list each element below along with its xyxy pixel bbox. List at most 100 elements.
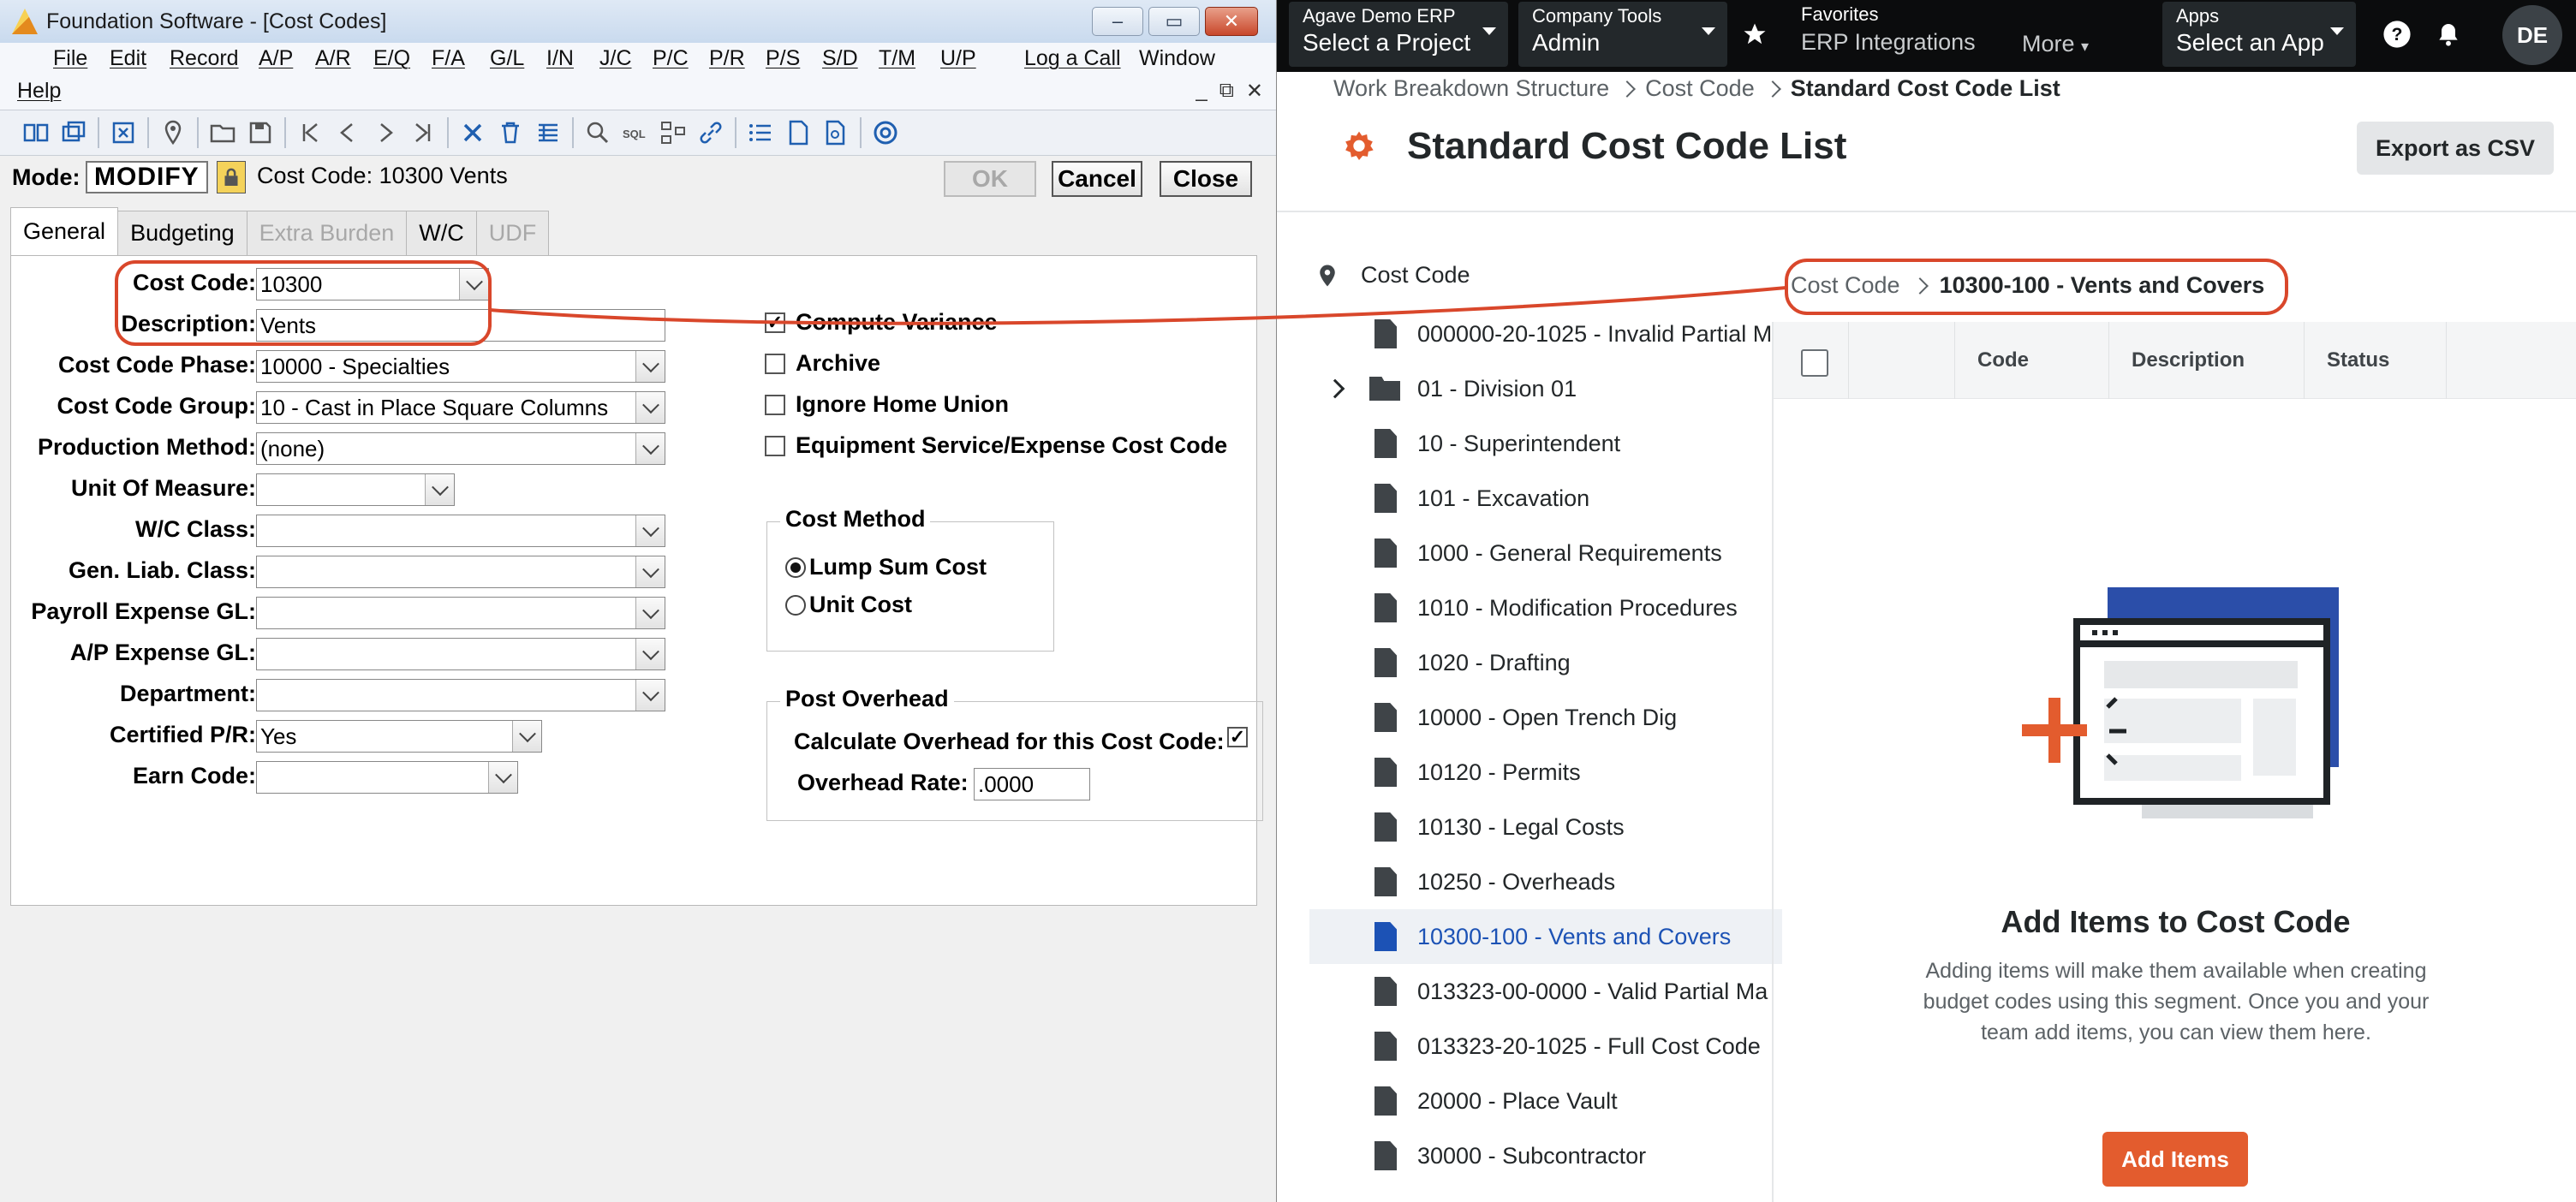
column-status[interactable]: Status <box>2305 322 2447 399</box>
certified-pr-select[interactable]: Yes <box>256 720 542 753</box>
archive-checkbox[interactable]: Archive <box>765 350 880 377</box>
folder-open-icon[interactable] <box>204 114 242 152</box>
menu-pr[interactable]: P/R <box>709 46 745 71</box>
menu-edit[interactable]: Edit <box>110 46 146 71</box>
open-book-icon[interactable] <box>17 114 55 152</box>
tree-item-folder[interactable]: 01 - Division 01 <box>1309 361 1782 416</box>
tree-item[interactable]: 10130 - Legal Costs <box>1309 800 1782 854</box>
tree-item[interactable]: 1000 - General Requirements <box>1309 526 1782 580</box>
mdi-restore-button[interactable]: ⧉ <box>1219 79 1234 104</box>
tree-item[interactable]: 013323-20-1025 - Full Cost Code <box>1309 1019 1782 1074</box>
trash-icon[interactable] <box>492 114 529 152</box>
cancel-button[interactable]: Cancel <box>1052 161 1142 197</box>
grid-list-icon[interactable] <box>529 114 567 152</box>
menu-ps[interactable]: P/S <box>766 46 800 71</box>
overhead-rate-input[interactable]: .0000 <box>974 768 1090 800</box>
tree-item[interactable]: 1010 - Modification Procedures <box>1309 580 1782 635</box>
checkbox-icon[interactable] <box>765 353 785 374</box>
maximize-button[interactable]: ▭ <box>1148 7 1200 36</box>
project-selector[interactable]: Agave Demo ERP Select a Project <box>1289 2 1508 67</box>
payroll-expense-gl-select[interactable] <box>256 597 665 629</box>
calc-overhead-checkbox[interactable]: ✓ <box>1227 727 1258 747</box>
sql-icon[interactable]: SQL <box>617 114 654 152</box>
checkbox-checked-icon[interactable]: ✓ <box>1227 727 1248 747</box>
close-button[interactable]: Close <box>1160 161 1252 197</box>
hierarchy-icon[interactable] <box>654 114 692 152</box>
select-all-checkbox[interactable] <box>1801 349 1828 377</box>
chevron-down-icon[interactable] <box>459 269 488 300</box>
previous-record-icon[interactable] <box>329 114 367 152</box>
document-search-icon[interactable] <box>817 114 855 152</box>
radio-selected-icon[interactable] <box>785 556 806 578</box>
search-icon[interactable] <box>579 114 617 152</box>
chevron-down-icon[interactable] <box>635 556 665 587</box>
more-menu[interactable]: More ▾ <box>2022 31 2089 57</box>
chevron-down-icon[interactable] <box>635 680 665 711</box>
menu-record[interactable]: Record <box>170 46 239 71</box>
breadcrumb-cost-code[interactable]: Cost Code <box>1645 75 1755 102</box>
earn-code-select[interactable] <box>256 761 518 794</box>
chevron-down-icon[interactable] <box>635 351 665 382</box>
bullet-list-icon[interactable] <box>742 114 779 152</box>
tree-item[interactable]: 20000 - Place Vault <box>1309 1074 1782 1128</box>
chevron-down-icon[interactable] <box>488 762 517 793</box>
menu-gl[interactable]: G/L <box>490 46 524 71</box>
detail-breadcrumb-root[interactable]: Cost Code <box>1791 272 1900 299</box>
breadcrumb-wbs[interactable]: Work Breakdown Structure <box>1333 75 1609 102</box>
column-description[interactable]: Description <box>2109 322 2305 399</box>
wc-class-select[interactable] <box>256 515 665 547</box>
star-icon[interactable] <box>1736 15 1774 53</box>
menu-eq[interactable]: E/Q <box>373 46 410 71</box>
menu-file[interactable]: File <box>53 46 87 71</box>
menu-tm[interactable]: T/M <box>879 46 915 71</box>
menu-help[interactable]: Help <box>17 79 61 104</box>
tab-wc[interactable]: W/C <box>406 211 477 255</box>
checkbox-icon[interactable] <box>765 435 785 456</box>
chevron-down-icon[interactable] <box>425 474 454 505</box>
description-input[interactable]: Vents <box>256 309 665 342</box>
tab-budgeting[interactable]: Budgeting <box>117 211 247 255</box>
avatar[interactable]: DE <box>2502 5 2562 65</box>
next-record-icon[interactable] <box>367 114 404 152</box>
cost-code-phase-select[interactable]: 10000 - Specialties <box>256 350 665 383</box>
export-csv-button[interactable]: Export as CSV <box>2356 122 2554 175</box>
cancel-record-icon[interactable] <box>104 114 142 152</box>
tree-item[interactable]: 101 - Excavation <box>1309 471 1782 526</box>
mdi-close-button[interactable]: ✕ <box>1246 79 1263 104</box>
document-icon[interactable] <box>779 114 817 152</box>
department-select[interactable] <box>256 679 665 711</box>
tree-item-selected[interactable]: 10300-100 - Vents and Covers <box>1309 909 1782 964</box>
chevron-down-icon[interactable] <box>635 433 665 464</box>
unit-of-measure-select[interactable] <box>256 473 455 506</box>
tree-item[interactable]: 1020 - Drafting <box>1309 635 1782 690</box>
mdi-minimize-button[interactable]: _ <box>1196 79 1207 104</box>
tree-item[interactable]: 10250 - Overheads <box>1309 854 1782 909</box>
lock-icon[interactable] <box>217 161 246 193</box>
last-record-icon[interactable] <box>404 114 442 152</box>
menu-sd[interactable]: S/D <box>822 46 858 71</box>
tree-item[interactable]: 30000 - Subcontractor <box>1309 1128 1782 1183</box>
ok-button[interactable]: OK <box>944 161 1036 197</box>
menu-up[interactable]: U/P <box>940 46 976 71</box>
checkbox-icon[interactable] <box>765 394 785 415</box>
minimize-button[interactable]: – <box>1092 7 1143 36</box>
company-tools-selector[interactable]: Company Tools Admin <box>1518 2 1727 67</box>
equipment-service-checkbox[interactable]: Equipment Service/Expense Cost Code <box>765 432 1227 459</box>
ap-expense-gl-select[interactable] <box>256 638 665 670</box>
cost-code-group-select[interactable]: 10 - Cast in Place Square Columns <box>256 391 665 424</box>
add-items-button[interactable]: Add Items <box>2102 1132 2248 1187</box>
bell-icon[interactable] <box>2430 15 2467 53</box>
chevron-right-icon[interactable] <box>1325 378 1345 399</box>
ignore-home-union-checkbox[interactable]: Ignore Home Union <box>765 391 1009 418</box>
tree-item[interactable]: 10000 - Open Trench Dig <box>1309 690 1782 745</box>
column-code[interactable]: Code <box>1955 322 2109 399</box>
chevron-down-icon[interactable] <box>635 392 665 423</box>
first-record-icon[interactable] <box>291 114 329 152</box>
unit-cost-radio[interactable]: Unit Cost <box>785 592 912 618</box>
delete-x-icon[interactable] <box>454 114 492 152</box>
tab-udf[interactable]: UDF <box>475 211 550 255</box>
link-icon[interactable] <box>692 114 730 152</box>
gen-liab-class-select[interactable] <box>256 556 665 588</box>
menu-ar[interactable]: A/R <box>315 46 351 71</box>
lifebuoy-icon[interactable] <box>867 114 904 152</box>
